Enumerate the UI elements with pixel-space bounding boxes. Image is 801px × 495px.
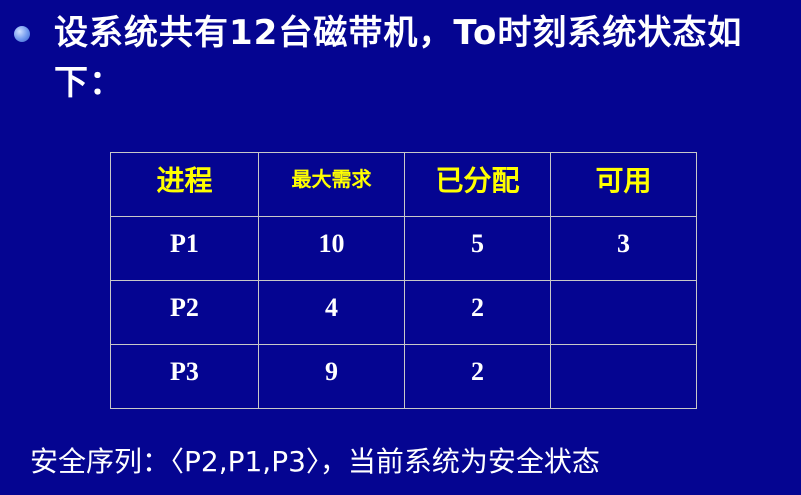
table-row: P2 4 2: [110, 280, 697, 345]
resource-state-table: 进程 最大需求 已分配 可用 P1 10 5 3 P2 4 2 P3 9 2: [110, 152, 697, 409]
cell-process: P3: [110, 344, 259, 409]
slide: 设系统共有12台磁带机，To时刻系统状态如下： 进程 最大需求 已分配 可用 P…: [0, 0, 801, 495]
cell-max-demand: 10: [258, 216, 405, 281]
cell-available: [550, 344, 697, 409]
cell-available: [550, 280, 697, 345]
header-available: 可用: [550, 152, 697, 217]
bullet-dot-icon: [14, 26, 30, 42]
table-header-row: 进程 最大需求 已分配 可用: [110, 152, 697, 217]
slide-heading: 设系统共有12台磁带机，To时刻系统状态如下：: [54, 13, 743, 103]
header-process: 进程: [110, 152, 259, 217]
table-row: P3 9 2: [110, 344, 697, 409]
cell-process: P1: [110, 216, 259, 281]
cell-allocated: 2: [404, 280, 551, 345]
safe-sequence-note: 安全序列：〈P2,P1,P3〉，当前系统为安全状态: [30, 445, 600, 478]
cell-available: 3: [550, 216, 697, 281]
cell-allocated: 2: [404, 344, 551, 409]
header-max-demand: 最大需求: [258, 152, 405, 217]
cell-allocated: 5: [404, 216, 551, 281]
cell-process: P2: [110, 280, 259, 345]
cell-max-demand: 4: [258, 280, 405, 345]
cell-max-demand: 9: [258, 344, 405, 409]
table-row: P1 10 5 3: [110, 216, 697, 281]
header-allocated: 已分配: [404, 152, 551, 217]
